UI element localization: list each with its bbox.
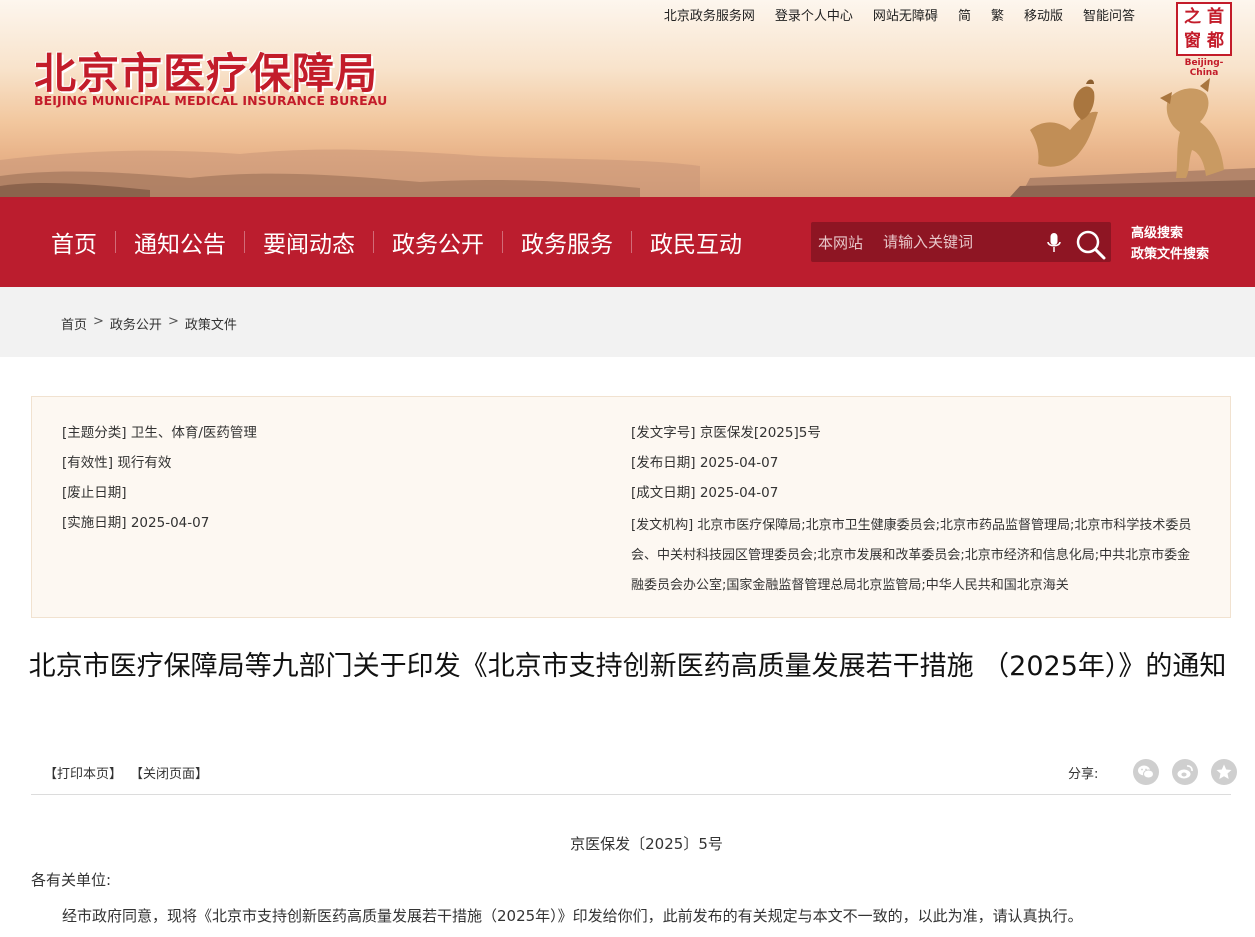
weibo-icon	[1177, 765, 1194, 779]
meta-effective-value: 2025-04-07	[130, 515, 210, 531]
meta-doc-number-value: 京医保发[2025]5号	[699, 425, 821, 441]
breadcrumb-separator: >	[93, 314, 104, 329]
wechat-icon	[1138, 765, 1155, 779]
site-logo-en: BEIJING MUNICIPAL MEDICAL INSURANCE BURE…	[34, 93, 388, 108]
meta-repeal-date: [废止日期]	[62, 483, 127, 503]
document-number: 京医保发〔2025〕5号	[570, 835, 723, 853]
seal-char: 都	[1207, 31, 1224, 51]
print-page-link[interactable]: 【打印本页】	[44, 763, 122, 782]
top-link-login[interactable]: 登录个人中心	[765, 8, 863, 26]
share-bar: 分享:	[1068, 759, 1238, 785]
share-label: 分享:	[1068, 766, 1099, 782]
header-banner: 北京市医疗保障局 BEIJING MUNICIPAL MEDICAL INSUR…	[0, 0, 1255, 197]
document-salutation: 各有关单位:	[31, 871, 112, 889]
top-link-accessibility[interactable]: 网站无障碍	[863, 8, 948, 26]
nav-item-gov-services[interactable]: 政务服务	[503, 225, 631, 259]
breadcrumb-policy-docs[interactable]: 政策文件	[185, 314, 237, 333]
meta-publish-label: [发布日期]	[631, 455, 696, 471]
search-scope[interactable]: 本网站	[818, 232, 863, 253]
meta-topic-label: [主题分类]	[62, 425, 127, 441]
mic-icon[interactable]	[1047, 232, 1061, 254]
page-tools: 【打印本页】 【关闭页面】	[44, 763, 208, 782]
qzone-icon	[1216, 764, 1232, 779]
document-title: 北京市医疗保障局等九部门关于印发《北京市支持创新医药高质量发展若干措施 （202…	[28, 651, 1227, 682]
meta-topic-value: 卫生、体育/医药管理	[130, 425, 257, 441]
wechat-share-button[interactable]	[1133, 759, 1160, 785]
breadcrumb-home[interactable]: 首页	[61, 314, 87, 333]
advanced-search-link[interactable]: 高级搜索	[1131, 223, 1209, 244]
meta-validity: [有效性] 现行有效	[62, 453, 171, 473]
meta-effective-date: [实施日期] 2025-04-07	[62, 513, 209, 533]
capital-window-seal: 首 都 之 窗	[1176, 2, 1232, 56]
meta-written-value: 2025-04-07	[699, 485, 779, 501]
weibo-share-button[interactable]	[1172, 759, 1199, 785]
breadcrumb-bar: 首页 > 政务公开 > 政策文件	[0, 287, 1255, 357]
nav-item-interaction[interactable]: 政民互动	[632, 225, 760, 259]
seal-char: 窗	[1184, 31, 1201, 51]
meta-doc-number: [发文字号] 京医保发[2025]5号	[631, 423, 821, 443]
document-metadata-panel: [主题分类] 卫生、体育/医药管理 [有效性] 现行有效 [废止日期] [实施日…	[31, 396, 1231, 618]
capital-window-sub: Beijing-China	[1184, 58, 1224, 78]
meta-doc-number-label: [发文字号]	[631, 425, 696, 441]
qzone-share-button[interactable]	[1211, 759, 1238, 785]
meta-topic: [主题分类] 卫生、体育/医药管理	[62, 423, 257, 443]
close-page-link[interactable]: 【关闭页面】	[130, 763, 208, 782]
capital-window-badge[interactable]: 首 都 之 窗 Beijing-China	[1176, 2, 1232, 78]
search-input[interactable]	[883, 228, 1041, 256]
main-navbar: 首页 通知公告 要闻动态 政务公开 政务服务 政民互动 本网站 高级搜索 政策文…	[0, 197, 1255, 287]
nav-item-home[interactable]: 首页	[33, 225, 115, 259]
nav-items: 首页 通知公告 要闻动态 政务公开 政务服务 政民互动	[33, 197, 760, 287]
search-icon[interactable]	[1075, 229, 1107, 261]
top-link-smart-qa[interactable]: 智能问答	[1073, 8, 1145, 26]
nav-item-notices[interactable]: 通知公告	[116, 225, 244, 259]
top-link-simplified[interactable]: 简	[948, 8, 981, 26]
meta-repeal-label: [废止日期]	[62, 485, 127, 501]
document-paragraph: 经市政府同意，现将《北京市支持创新医药高质量发展若干措施（2025年）》印发给你…	[62, 907, 1083, 925]
top-utility-links: 北京政务服务网 登录个人中心 网站无障碍 简 繁 移动版 智能问答	[654, 8, 1145, 26]
meta-written-date: [成文日期] 2025-04-07	[631, 483, 778, 503]
nav-item-gov-affairs[interactable]: 政务公开	[374, 225, 502, 259]
meta-publish-date: [发布日期] 2025-04-07	[631, 453, 778, 473]
content-divider	[31, 794, 1231, 795]
seal-char: 首	[1207, 7, 1224, 27]
top-link-mobile[interactable]: 移动版	[1014, 8, 1073, 26]
meta-written-label: [成文日期]	[631, 485, 696, 501]
advanced-search-links: 高级搜索 政策文件搜索	[1131, 223, 1209, 265]
breadcrumb: 首页 > 政务公开 > 政策文件	[61, 314, 237, 333]
meta-validity-value: 现行有效	[117, 455, 172, 471]
breadcrumb-separator: >	[167, 314, 179, 329]
meta-issuer-value: 北京市医疗保障局;北京市卫生健康委员会;北京市药品监督管理局;北京市科学技术委员…	[631, 518, 1192, 593]
top-link-gov-service[interactable]: 北京政务服务网	[654, 8, 765, 26]
top-link-traditional[interactable]: 繁	[981, 8, 1014, 26]
site-search: 本网站	[811, 222, 1111, 262]
breadcrumb-gov-affairs[interactable]: 政务公开	[110, 314, 162, 333]
nav-item-news[interactable]: 要闻动态	[245, 225, 373, 259]
site-logo-cn[interactable]: 北京市医疗保障局	[34, 40, 378, 101]
meta-effective-label: [实施日期]	[62, 515, 127, 531]
seal-char: 之	[1184, 7, 1201, 27]
meta-validity-label: [有效性]	[62, 455, 114, 471]
meta-issuer-label: [发文机构]	[631, 518, 694, 533]
policy-search-link[interactable]: 政策文件搜索	[1131, 244, 1209, 265]
meta-publish-value: 2025-04-07	[699, 455, 779, 471]
meta-issuer: [发文机构] 北京市医疗保障局;北京市卫生健康委员会;北京市药品监督管理局;北京…	[631, 511, 1196, 601]
